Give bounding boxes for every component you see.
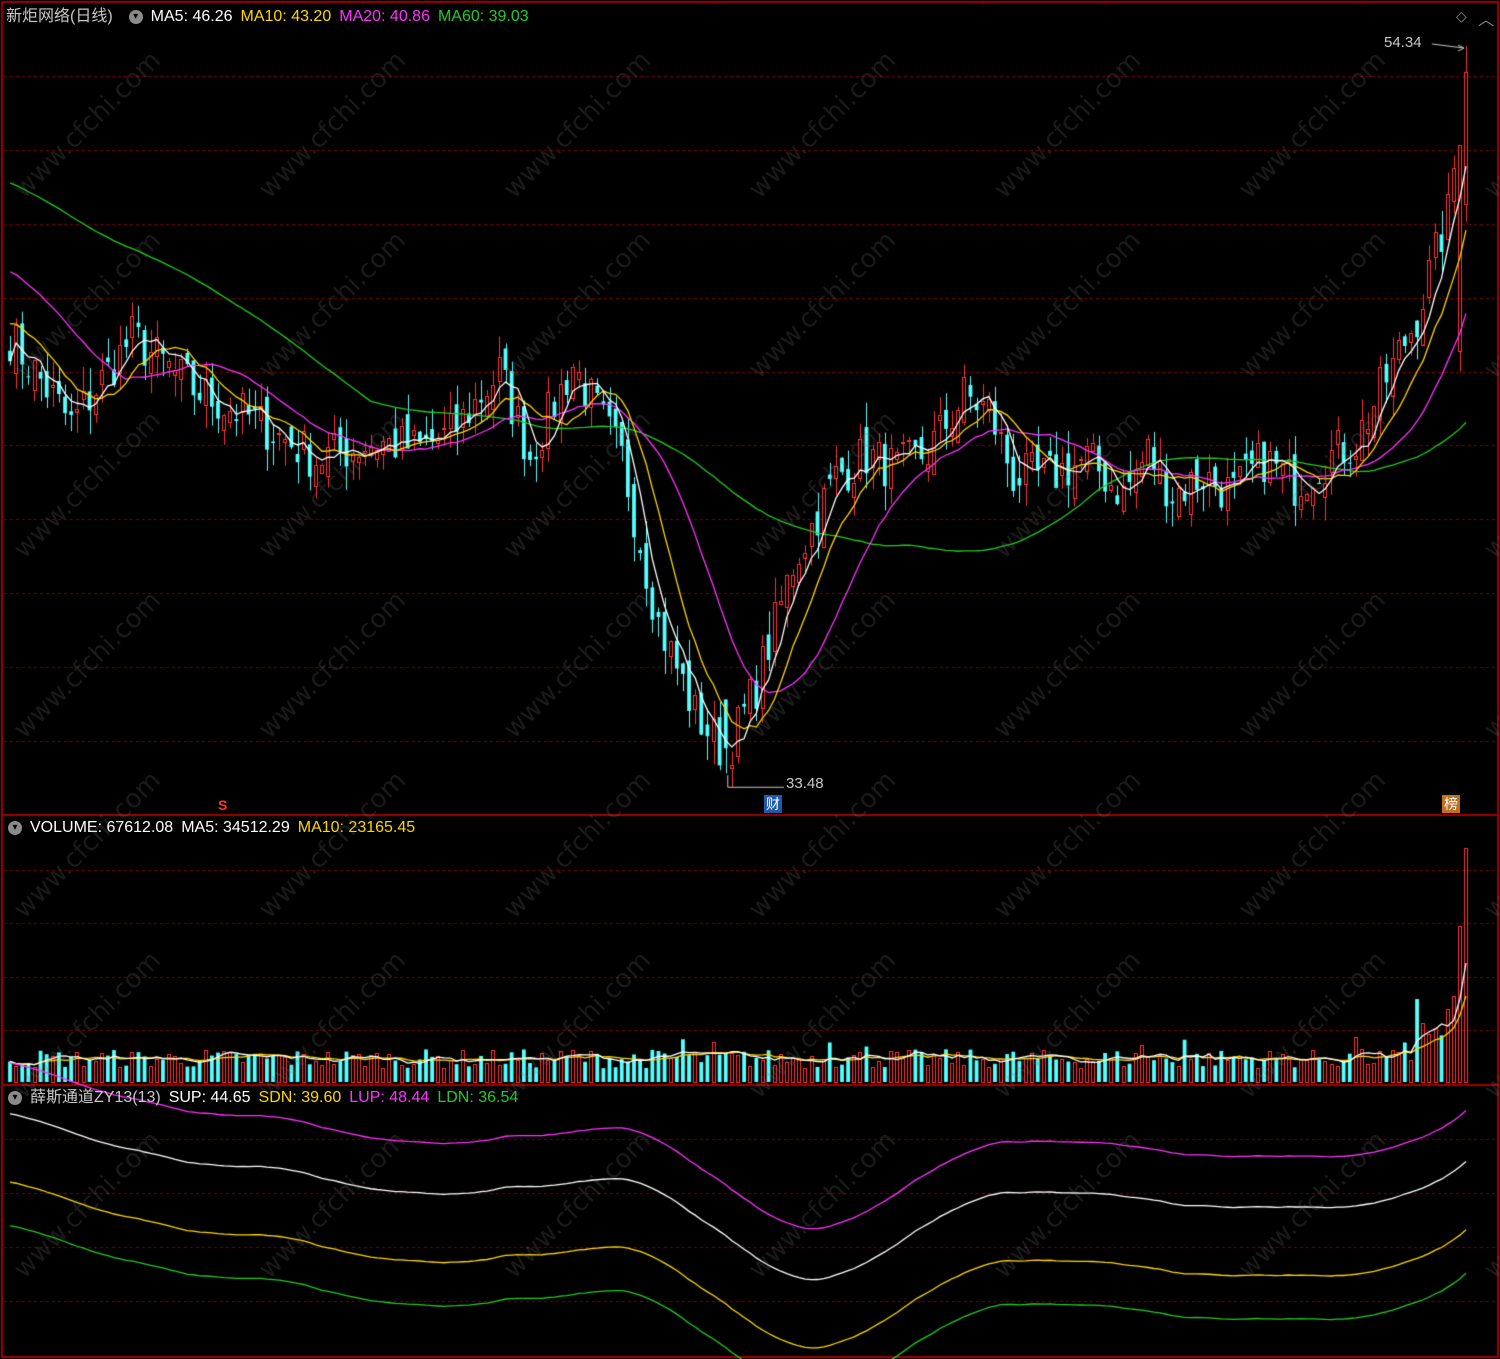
vol-ma5-label: MA5: 34512.29 bbox=[181, 819, 290, 836]
sdn-label: SDN: 39.60 bbox=[258, 1089, 342, 1106]
volume-menu-icon[interactable]: ▾ bbox=[8, 821, 22, 835]
ma20-label: MA20: 40.86 bbox=[339, 8, 430, 25]
ma60-label: MA60: 39.03 bbox=[437, 8, 529, 25]
finance-badge[interactable]: 财 bbox=[764, 795, 782, 813]
channel-legend: ▾ 薛斯通道ZY13(13) SUP: 44.65 SDN: 39.60 LUP… bbox=[0, 1087, 526, 1109]
volume-value: VOLUME: 67612.08 bbox=[30, 819, 174, 836]
ma10-label: MA10: 43.20 bbox=[240, 8, 332, 25]
lup-label: LUP: 48.44 bbox=[349, 1089, 430, 1106]
chevron-up-icon[interactable]: ︿ bbox=[1478, 6, 1494, 30]
chart-canvas[interactable] bbox=[0, 0, 1500, 1359]
signal-s-badge[interactable]: S bbox=[216, 796, 229, 814]
price-menu-icon[interactable]: ▾ bbox=[128, 10, 143, 24]
low-price-label: 33.48 bbox=[786, 775, 824, 792]
price-legend: 新炬网络(日线) ▾ MA5: 46.26 MA10: 43.20 MA20: … bbox=[0, 6, 537, 28]
high-price-label: 54.34 bbox=[1384, 34, 1422, 51]
rank-badge[interactable]: 榜 bbox=[1442, 795, 1460, 813]
sup-label: SUP: 44.65 bbox=[168, 1089, 251, 1106]
stock-title: 新炬网络(日线) bbox=[6, 8, 113, 25]
vol-ma10-label: MA10: 23165.45 bbox=[297, 819, 416, 836]
ldn-label: LDN: 36.54 bbox=[437, 1089, 519, 1106]
volume-legend: ▾ VOLUME: 67612.08 MA5: 34512.29 MA10: 2… bbox=[0, 817, 423, 839]
ma5-label: MA5: 46.26 bbox=[150, 8, 233, 25]
diamond-icon[interactable]: ◇ bbox=[1456, 8, 1467, 25]
channel-menu-icon[interactable]: ▾ bbox=[8, 1091, 22, 1105]
channel-title: 薛斯通道ZY13(13) bbox=[30, 1089, 161, 1106]
